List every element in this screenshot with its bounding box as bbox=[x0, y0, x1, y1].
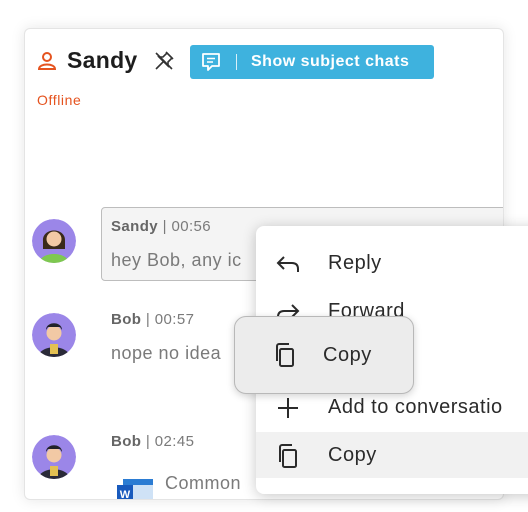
avatar-bob bbox=[32, 435, 76, 479]
svg-text:W: W bbox=[120, 489, 131, 500]
menu-item-label: Add to conversatio bbox=[328, 396, 503, 418]
menu-item-label: Copy bbox=[328, 444, 377, 466]
show-subject-chats-button[interactable]: Show subject chats bbox=[190, 45, 434, 79]
contact-name: Sandy bbox=[67, 47, 138, 73]
avatar-bob bbox=[32, 313, 76, 357]
word-document-icon[interactable]: W bbox=[117, 477, 153, 500]
message-time: 02:45 bbox=[154, 433, 195, 450]
copy-icon bbox=[279, 444, 297, 468]
avatar-sandy bbox=[32, 219, 76, 263]
message-text[interactable]: nope no idea bbox=[111, 343, 221, 364]
user-icon bbox=[37, 52, 57, 70]
menu-item-reply[interactable]: Reply bbox=[256, 240, 528, 286]
plus-icon bbox=[278, 398, 298, 418]
attachment-name[interactable]: Common bbox=[165, 473, 241, 494]
copy-drag-tooltip[interactable]: Copy bbox=[234, 316, 414, 394]
chat-bubble-icon bbox=[202, 53, 220, 71]
status-text: Offline bbox=[37, 92, 82, 108]
message-sender: Bob bbox=[111, 433, 142, 450]
show-subject-chats-label: Show subject chats bbox=[251, 53, 410, 70]
message-time: 00:57 bbox=[154, 311, 195, 328]
message-text: hey Bob, any ic bbox=[111, 250, 242, 270]
unpin-icon[interactable] bbox=[152, 49, 176, 73]
menu-item-copy[interactable]: Copy bbox=[256, 432, 528, 478]
message-sender: Bob bbox=[111, 311, 142, 328]
copy-tooltip-label: Copy bbox=[323, 344, 372, 366]
reply-icon bbox=[276, 256, 299, 272]
message-sender: Sandy bbox=[111, 218, 159, 235]
message-meta: Bob | 02:45 bbox=[111, 433, 195, 450]
message-meta: Sandy | 00:56 bbox=[111, 218, 211, 235]
button-separator bbox=[236, 54, 237, 70]
copy-icon bbox=[276, 343, 294, 367]
message-meta: Bob | 00:57 bbox=[111, 311, 195, 328]
menu-item-label: Reply bbox=[328, 252, 382, 274]
message-time: 00:56 bbox=[171, 218, 211, 235]
